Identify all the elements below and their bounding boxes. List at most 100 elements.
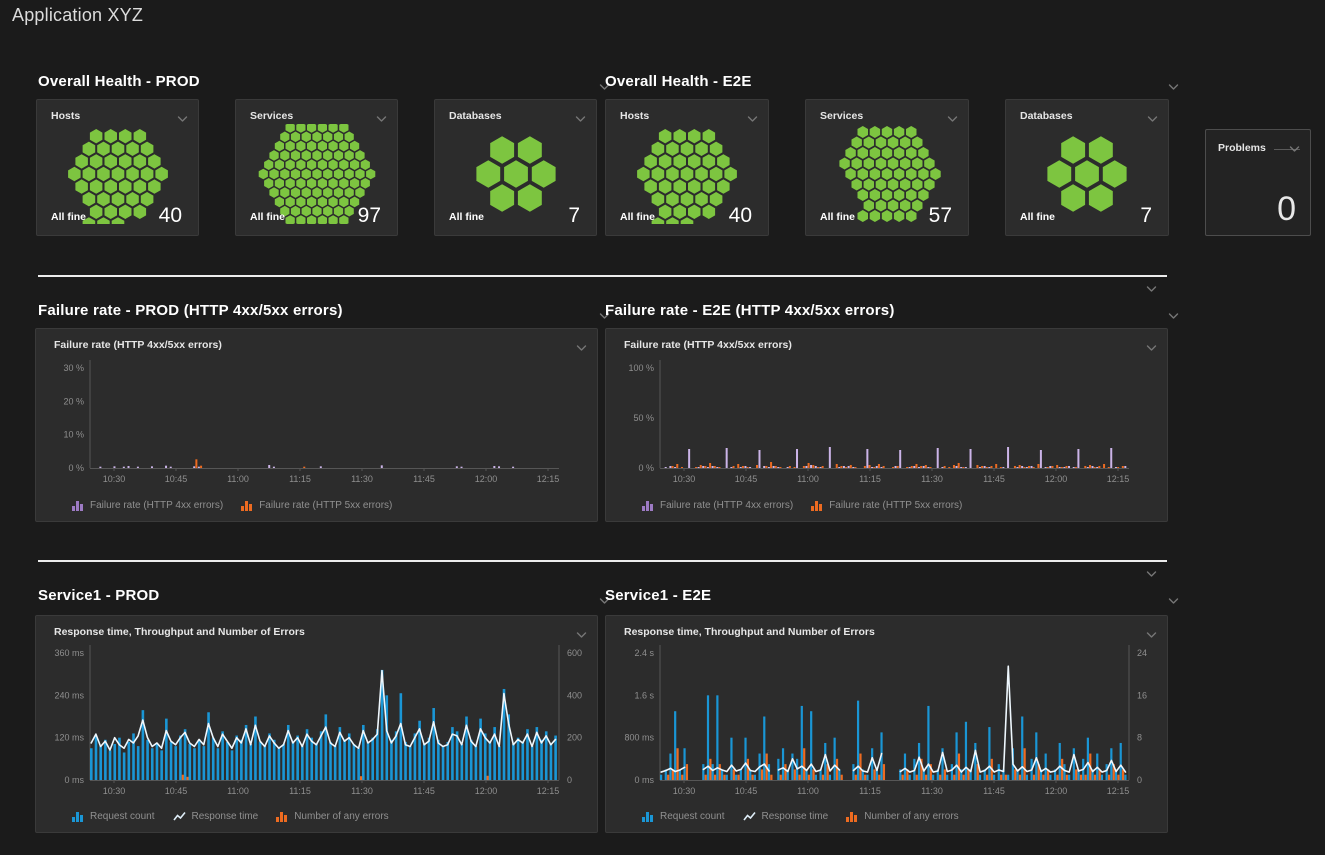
problems-count: 0	[1277, 190, 1296, 229]
chevron-down-icon[interactable]	[1168, 592, 1179, 610]
health-tile-hosts-e2e[interactable]: Hosts All fine 40	[605, 99, 769, 236]
section-divider	[38, 560, 1167, 562]
svg-text:24: 24	[1137, 648, 1147, 658]
chart-tile-failure-prod[interactable]: Failure rate (HTTP 4xx/5xx errors) 30 %2…	[35, 328, 598, 522]
svg-text:0: 0	[1137, 775, 1142, 785]
svg-text:12:00: 12:00	[1045, 786, 1068, 796]
svg-text:0 %: 0 %	[638, 463, 654, 473]
section-title: Failure rate - E2E (HTTP 4xx/5xx errors)	[605, 302, 895, 319]
svg-text:11:45: 11:45	[413, 786, 435, 796]
legend-label: Failure rate (HTTP 5xx errors)	[829, 500, 962, 511]
health-tile-services-prod[interactable]: Services All fine 97	[235, 99, 398, 236]
svg-text:11:00: 11:00	[797, 786, 819, 796]
health-tile-databases-e2e[interactable]: Databases All fine 7	[1005, 99, 1169, 236]
legend-item[interactable]: Failure rate (HTTP 4xx errors)	[72, 500, 223, 511]
chart-tile-service-prod[interactable]: Response time, Throughput and Number of …	[35, 615, 598, 833]
bars-icon	[642, 811, 654, 822]
svg-text:360 ms: 360 ms	[54, 648, 84, 658]
service-metrics-chart[interactable]: 2.4 s1.6 s800 ms0 ms24168010:3010:4511:0…	[606, 616, 1167, 837]
chart-tile-service-e2e[interactable]: Response time, Throughput and Number of …	[605, 615, 1168, 833]
entity-count: 7	[1140, 204, 1152, 228]
svg-text:12:15: 12:15	[537, 474, 560, 484]
legend-label: Request count	[90, 811, 155, 822]
entity-count: 40	[159, 204, 182, 228]
svg-text:10:45: 10:45	[735, 474, 758, 484]
legend-item[interactable]: Request count	[72, 811, 155, 822]
status-text: All fine	[449, 211, 484, 223]
bars-icon	[276, 811, 288, 822]
legend-item[interactable]: Request count	[642, 811, 725, 822]
bars-icon	[642, 500, 654, 511]
health-tile-services-e2e[interactable]: Services All fine 57	[805, 99, 969, 236]
chevron-down-icon[interactable]	[1289, 140, 1300, 158]
svg-text:10:45: 10:45	[165, 786, 188, 796]
section-header-failure-prod: Failure rate - PROD (HTTP 4xx/5xx errors…	[38, 302, 596, 322]
svg-text:1.6 s: 1.6 s	[634, 690, 654, 700]
section-divider	[38, 275, 1167, 277]
service-metrics-chart[interactable]: 360 ms240 ms120 ms0 ms600400200010:3010:…	[36, 616, 597, 837]
entity-count: 7	[568, 204, 580, 228]
tile-title: Services	[820, 110, 863, 122]
svg-text:100 %: 100 %	[628, 363, 654, 373]
tile-title: Hosts	[620, 110, 649, 122]
chart-legend: Request count Response time Number of any …	[72, 811, 389, 822]
legend-label: Number of any errors	[864, 811, 958, 822]
failure-rate-chart[interactable]: 100 %50 %0 %10:3010:4511:0011:1511:3011:…	[606, 329, 1167, 526]
svg-text:16: 16	[1137, 690, 1147, 700]
svg-text:8: 8	[1137, 733, 1142, 743]
svg-text:11:30: 11:30	[921, 786, 943, 796]
health-tile-hosts-prod[interactable]: Hosts All fine 40	[36, 99, 199, 236]
failure-rate-chart[interactable]: 30 %20 %10 %0 %10:3010:4511:0011:1511:30…	[36, 329, 597, 526]
status-text: All fine	[51, 211, 86, 223]
svg-text:800 ms: 800 ms	[624, 733, 654, 743]
legend-item[interactable]: Number of any errors	[276, 811, 388, 822]
section-header-service-prod: Service1 - PROD	[38, 587, 596, 607]
chevron-down-icon[interactable]	[1168, 307, 1179, 325]
svg-text:0 %: 0 %	[68, 463, 84, 473]
section-header-service-e2e: Service1 - E2E	[605, 587, 1165, 607]
svg-text:11:15: 11:15	[289, 786, 311, 796]
chevron-down-icon[interactable]	[1146, 565, 1157, 583]
section-title: Overall Health - E2E	[605, 73, 752, 90]
svg-text:12:00: 12:00	[475, 474, 498, 484]
svg-text:200: 200	[567, 733, 582, 743]
svg-text:50 %: 50 %	[633, 413, 654, 423]
svg-text:10:30: 10:30	[103, 786, 126, 796]
svg-text:0: 0	[567, 775, 572, 785]
legend-item[interactable]: Number of any errors	[846, 811, 958, 822]
health-tile-databases-prod[interactable]: Databases All fine 7	[434, 99, 597, 236]
section-header-failure-e2e: Failure rate - E2E (HTTP 4xx/5xx errors)	[605, 302, 1165, 322]
legend-item[interactable]: Failure rate (HTTP 5xx errors)	[241, 500, 392, 511]
status-text: All fine	[620, 211, 655, 223]
page-title: Application XYZ	[12, 5, 143, 26]
status-text: All fine	[250, 211, 285, 223]
svg-text:120 ms: 120 ms	[54, 733, 84, 743]
tile-title: Services	[250, 110, 293, 122]
svg-text:11:00: 11:00	[797, 474, 819, 484]
line-icon	[173, 811, 186, 822]
bars-icon	[811, 500, 823, 511]
svg-text:11:15: 11:15	[859, 786, 881, 796]
chart-legend: Failure rate (HTTP 4xx errors) Failure ra…	[72, 500, 392, 511]
chevron-down-icon[interactable]	[1146, 280, 1157, 298]
svg-text:10 %: 10 %	[63, 430, 84, 440]
svg-text:11:30: 11:30	[351, 786, 373, 796]
legend-label: Response time	[192, 811, 259, 822]
svg-text:20 %: 20 %	[63, 396, 84, 406]
legend-item[interactable]: Failure rate (HTTP 5xx errors)	[811, 500, 962, 511]
problems-tile[interactable]: Problems 0	[1205, 129, 1311, 236]
svg-text:12:00: 12:00	[475, 786, 498, 796]
legend-item[interactable]: Failure rate (HTTP 4xx errors)	[642, 500, 793, 511]
svg-text:11:00: 11:00	[227, 786, 249, 796]
section-title: Service1 - E2E	[605, 587, 711, 604]
svg-text:11:30: 11:30	[351, 474, 373, 484]
legend-item[interactable]: Response time	[173, 811, 259, 822]
svg-text:0 ms: 0 ms	[64, 775, 84, 785]
chart-legend: Failure rate (HTTP 4xx errors) Failure ra…	[642, 500, 962, 511]
chart-tile-failure-e2e[interactable]: Failure rate (HTTP 4xx/5xx errors) 100 %…	[605, 328, 1168, 522]
svg-text:400: 400	[567, 690, 582, 700]
legend-label: Request count	[660, 811, 725, 822]
tile-title: Databases	[449, 110, 502, 122]
chevron-down-icon[interactable]	[1168, 78, 1179, 96]
legend-item[interactable]: Response time	[743, 811, 829, 822]
